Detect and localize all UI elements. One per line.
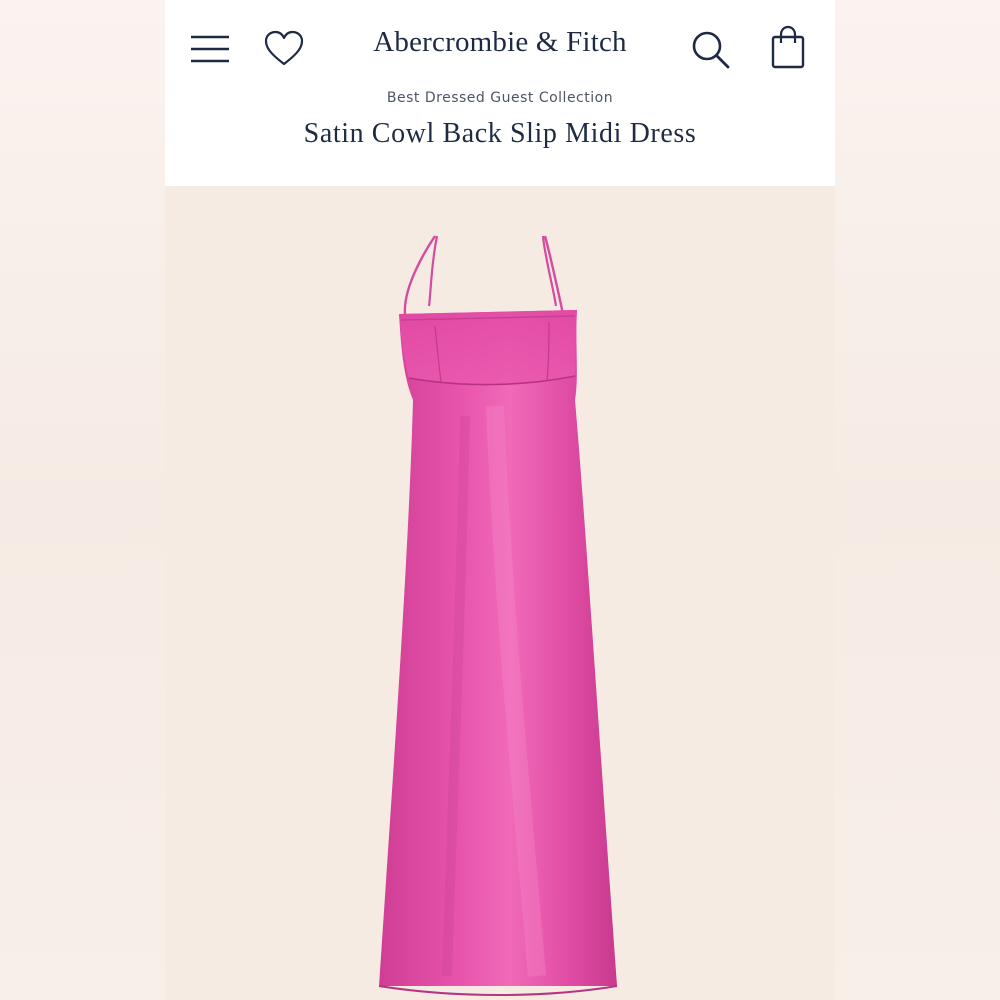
blurred-background-right [835, 0, 1000, 1000]
product-image[interactable] [165, 186, 835, 1000]
page-title: Satin Cowl Back Slip Midi Dress [303, 118, 697, 149]
collection-label[interactable]: Best Dressed Guest Collection [165, 90, 835, 106]
shopping-bag-icon[interactable] [769, 25, 809, 71]
product-header: Abercrombie & Fitch Best Dressed Guest C… [165, 0, 835, 186]
heart-icon[interactable] [263, 29, 305, 69]
search-icon[interactable] [690, 28, 732, 72]
blurred-background-left [0, 0, 165, 1000]
dress-illustration [378, 235, 618, 996]
brand-logo[interactable]: Abercrombie & Fitch [325, 26, 675, 59]
menu-icon[interactable] [189, 29, 231, 69]
product-page: Abercrombie & Fitch Best Dressed Guest C… [165, 0, 835, 1000]
